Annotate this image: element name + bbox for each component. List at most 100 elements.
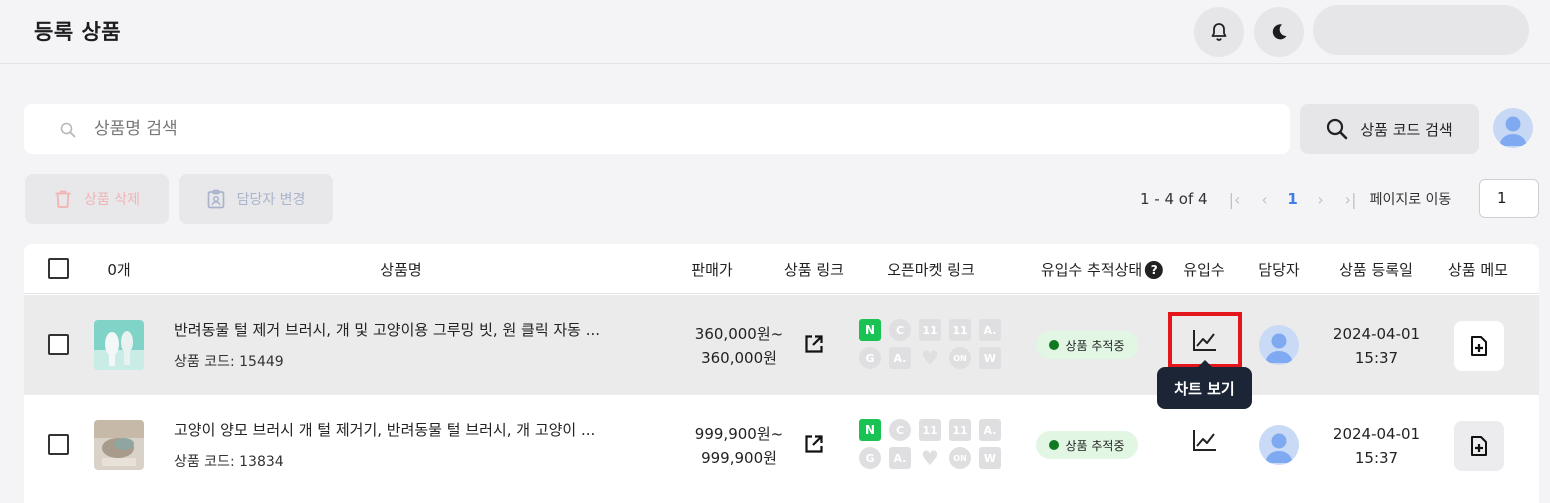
chart-tooltip: 차트 보기 <box>1157 360 1252 409</box>
code-search-label: 상품 코드 검색 <box>1360 120 1453 139</box>
registration-date: 2024-04-01 15:37 <box>1314 322 1439 370</box>
line-chart-icon <box>1193 430 1216 451</box>
profile-menu[interactable] <box>1313 5 1529 55</box>
auction-link-icon[interactable]: A. <box>979 319 1001 341</box>
tracking-status-label: 상품 추적중 <box>1065 338 1125 353</box>
bell-icon <box>1211 23 1227 41</box>
lotte-on-link-icon[interactable]: ON <box>949 447 971 469</box>
row-checkbox[interactable] <box>48 334 69 355</box>
view-chart-button[interactable] <box>1168 412 1242 468</box>
file-add-icon <box>1471 436 1487 456</box>
heart-link-icon[interactable]: ♥ <box>919 446 941 470</box>
reg-time: 15:37 <box>1354 449 1399 467</box>
page-title: 등록 상품 <box>34 20 122 44</box>
header-tracking-label: 유입수 추적상태 <box>1040 261 1143 279</box>
header-inflow: 유입수 <box>1183 261 1225 279</box>
code-search-button[interactable]: 상품 코드 검색 <box>1300 104 1479 154</box>
goto-page-input[interactable]: 1 <box>1479 179 1539 218</box>
table-header: 0개 상품명 판매가 상품 링크 오픈마켓 링크 유입수 추적상태? 유입수 담… <box>24 244 1539 294</box>
11st-global-link-icon[interactable]: 11 <box>949 319 971 341</box>
product-memo-button[interactable] <box>1454 421 1504 471</box>
heart-link-icon[interactable]: ♥ <box>919 346 941 370</box>
product-code: 상품 코드: 15449 <box>174 354 284 370</box>
product-link-button[interactable] <box>804 334 824 358</box>
user-icon <box>1499 116 1527 146</box>
lotte-on-link-icon[interactable]: ON <box>949 347 971 369</box>
product-name[interactable]: 고양이 양모 브러시 개 털 제거기, 반려동물 털 브러시, 개 고양이 ..… <box>174 419 595 440</box>
tracking-status-label: 상품 추적중 <box>1065 438 1125 453</box>
tracking-status-badge: 상품 추적중 <box>1036 431 1138 459</box>
change-manager-button[interactable]: 담당자 변경 <box>179 174 333 224</box>
product-code: 상품 코드: 13834 <box>174 454 284 470</box>
help-icon[interactable]: ? <box>1145 261 1164 279</box>
table-row[interactable]: 반려동물 털 제거 브러시, 개 및 고양이용 그루밍 빗, 원 클릭 자동 .… <box>24 295 1539 395</box>
select-all-checkbox[interactable] <box>48 258 69 279</box>
external-link-icon <box>805 335 823 353</box>
dark-mode-button[interactable] <box>1254 7 1304 57</box>
11st-link-icon[interactable]: 11 <box>919 419 941 441</box>
delete-product-button[interactable]: 상품 삭제 <box>25 174 169 224</box>
product-name[interactable]: 반려동물 털 제거 브러시, 개 및 고양이용 그루밍 빗, 원 클릭 자동 .… <box>174 319 600 340</box>
product-link-button[interactable] <box>804 434 824 458</box>
file-add-icon <box>1471 336 1487 356</box>
user-icon <box>1265 433 1293 463</box>
last-page-icon[interactable]: ›| <box>1336 190 1366 209</box>
pagination-info: 1 - 4 of 4 <box>1140 190 1208 208</box>
header-count: 0개 <box>107 261 131 279</box>
moon-icon <box>1272 24 1287 40</box>
naver-link-icon[interactable]: N <box>859 319 881 341</box>
external-link-icon <box>805 435 823 453</box>
reg-date: 2024-04-01 <box>1332 325 1421 343</box>
gmarket-link-icon[interactable]: G <box>859 347 881 369</box>
search-bar[interactable] <box>24 104 1290 154</box>
coupang-link-icon[interactable]: C <box>889 419 911 441</box>
manager-avatar[interactable] <box>1259 425 1299 465</box>
first-page-icon[interactable]: |‹ <box>1220 190 1250 209</box>
delete-product-label: 상품 삭제 <box>84 192 140 208</box>
product-table: 0개 상품명 판매가 상품 링크 오픈마켓 링크 유입수 추적상태? 유입수 담… <box>24 244 1539 503</box>
status-dot-icon <box>1049 440 1060 450</box>
header-product-name: 상품명 <box>380 261 422 279</box>
header-tracking-status: 유입수 추적상태? <box>1040 259 1164 280</box>
search-icon <box>60 122 76 138</box>
notification-button[interactable] <box>1194 7 1244 57</box>
gmarket-link-icon[interactable]: G <box>859 447 881 469</box>
registration-date: 2024-04-01 15:37 <box>1314 422 1439 470</box>
header-product-link: 상품 링크 <box>784 261 844 279</box>
search-input[interactable] <box>94 116 1244 142</box>
header-openmarket-link: 오픈마켓 링크 <box>887 261 975 279</box>
header-memo: 상품 메모 <box>1448 261 1508 279</box>
product-memo-button[interactable] <box>1454 321 1504 371</box>
pagination: 1 - 4 of 4 |‹ ‹ 1 › ›| 페이지로 이동 <box>1140 186 1451 212</box>
header-manager: 담당자 <box>1258 261 1300 279</box>
product-thumbnail <box>94 320 144 370</box>
wemakeprice-link-icon[interactable]: W <box>979 347 1001 369</box>
manager-avatar[interactable] <box>1259 325 1299 365</box>
search-icon <box>1327 118 1348 140</box>
line-chart-icon <box>1193 330 1216 351</box>
goto-page-label: 페이지로 이동 <box>1369 192 1452 208</box>
user-avatar[interactable] <box>1493 108 1533 148</box>
11st-link-icon[interactable]: 11 <box>919 319 941 341</box>
wemakeprice-link-icon[interactable]: W <box>979 447 1001 469</box>
row-checkbox[interactable] <box>48 434 69 455</box>
auction-global-link-icon[interactable]: A. <box>889 447 911 469</box>
auction-link-icon[interactable]: A. <box>979 419 1001 441</box>
change-manager-label: 담당자 변경 <box>236 192 306 208</box>
user-icon <box>1265 333 1293 363</box>
reg-date: 2024-04-01 <box>1332 425 1421 443</box>
naver-link-icon[interactable]: N <box>859 419 881 441</box>
table-row[interactable]: 고양이 양모 브러시 개 털 제거기, 반려동물 털 브러시, 개 고양이 ..… <box>24 395 1539 495</box>
id-badge-icon <box>207 189 224 209</box>
header-price: 판매가 <box>691 261 733 279</box>
trash-icon <box>55 190 71 208</box>
next-page-icon[interactable]: › <box>1306 190 1336 209</box>
prev-page-icon[interactable]: ‹ <box>1250 190 1280 209</box>
page-number[interactable]: 1 <box>1280 190 1306 208</box>
product-thumbnail <box>94 420 144 470</box>
reg-time: 15:37 <box>1354 349 1399 367</box>
coupang-link-icon[interactable]: C <box>889 319 911 341</box>
auction-global-link-icon[interactable]: A. <box>889 347 911 369</box>
tracking-status-badge: 상품 추적중 <box>1036 331 1138 359</box>
11st-global-link-icon[interactable]: 11 <box>949 419 971 441</box>
